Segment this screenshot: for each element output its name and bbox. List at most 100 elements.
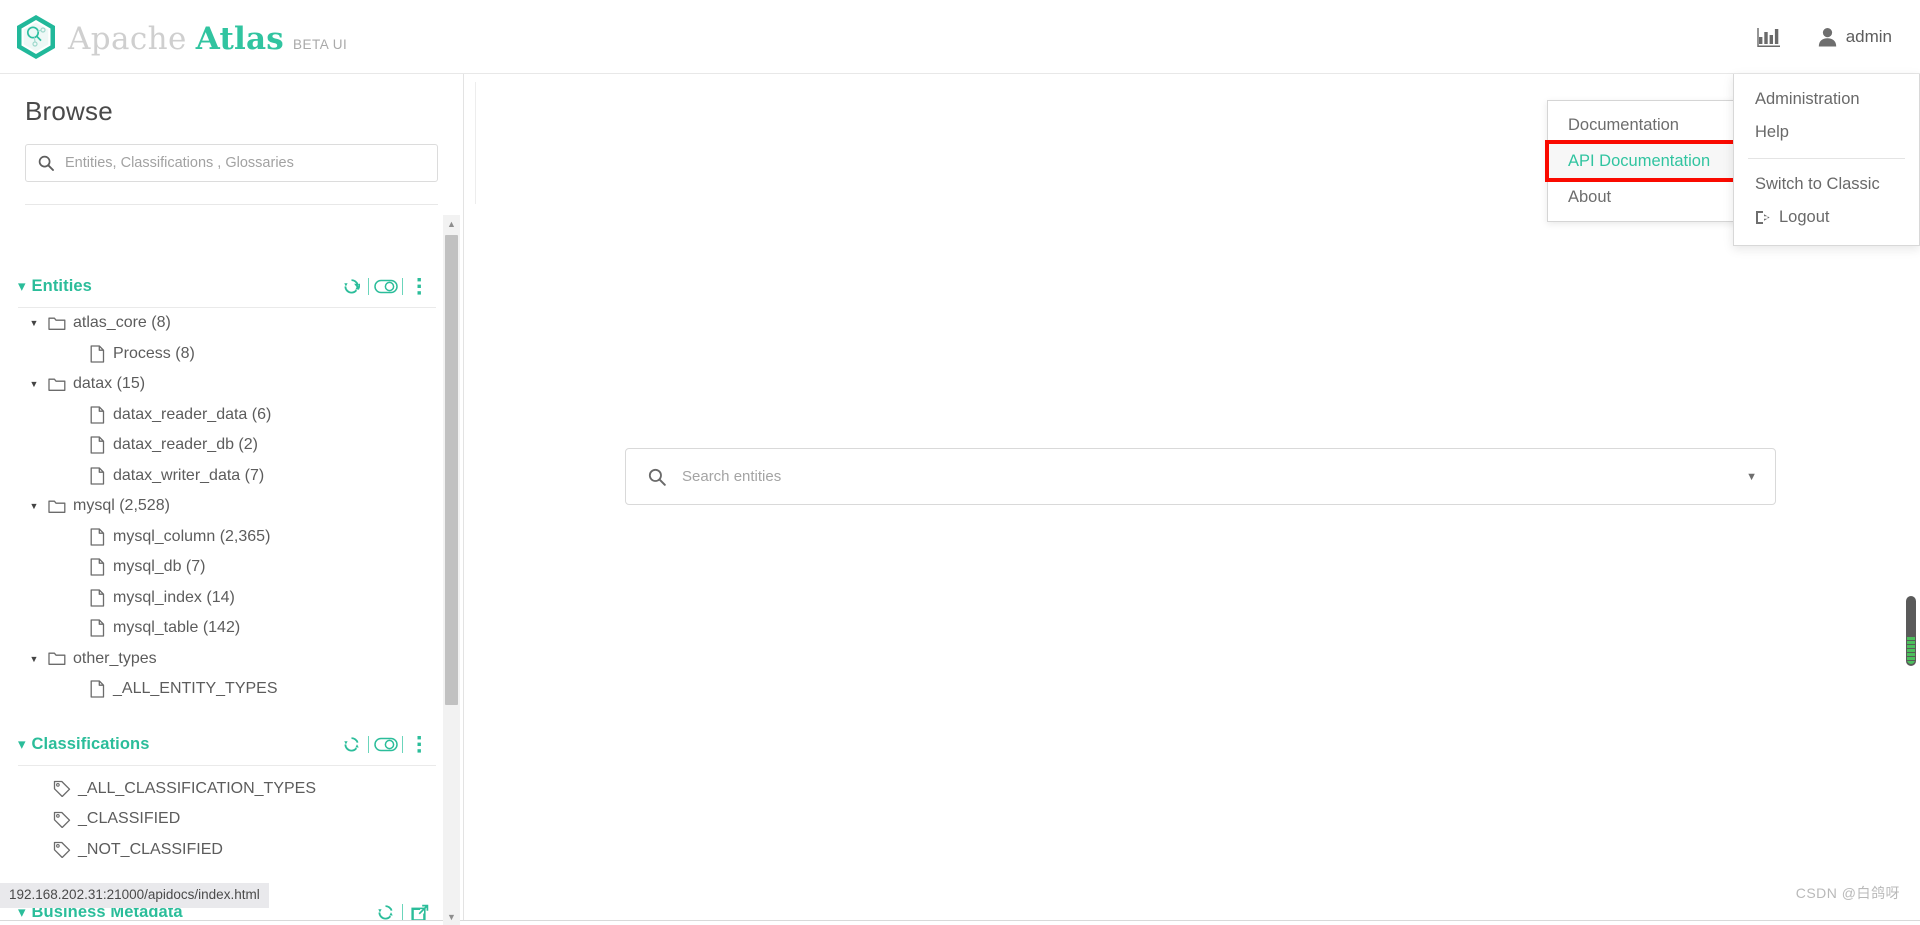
menu-item-help-label: Help: [1755, 123, 1789, 141]
brand-text: Apache Atlas BETA UI: [68, 21, 347, 61]
action-divider: [402, 278, 403, 295]
classification-item[interactable]: _CLASSIFIED: [0, 804, 463, 835]
classification-item-label: _ALL_CLASSIFICATION_TYPES: [78, 779, 317, 797]
folder-icon: [48, 500, 66, 513]
tree-item[interactable]: ▼ datax (15): [0, 369, 463, 400]
chevron-down-icon[interactable]: ▼: [23, 318, 45, 328]
menu-item-api-documentation[interactable]: API Documentation: [1545, 140, 1767, 182]
tree-item[interactable]: mysql_db (7): [0, 552, 463, 583]
scroll-up-arrow-icon[interactable]: ▲: [443, 215, 460, 232]
more-vertical-icon[interactable]: [403, 276, 436, 298]
browse-search-box[interactable]: [25, 144, 438, 182]
menu-item-about-label: About: [1568, 188, 1612, 206]
folder-icon-wrap: [45, 316, 69, 331]
tree-item-label: datax_reader_db (2): [113, 436, 258, 454]
menu-item-help[interactable]: Help: [1734, 116, 1919, 149]
file-icon: [90, 680, 104, 698]
tree-item-label: mysql_index (14): [113, 588, 235, 606]
toggle-switch-icon[interactable]: [369, 733, 402, 755]
classification-item[interactable]: _ALL_CLASSIFICATION_TYPES: [0, 774, 463, 805]
file-icon: [90, 589, 104, 607]
menu-item-logout[interactable]: Logout: [1734, 201, 1919, 234]
tree-item-label: other_types: [73, 649, 157, 667]
tag-icon-wrap: [50, 780, 74, 798]
chevron-down-icon[interactable]: ▼: [1736, 471, 1757, 483]
tag-icon-wrap: [50, 811, 74, 828]
search-entities-input[interactable]: [666, 449, 1737, 504]
bar-chart-icon: [1756, 27, 1780, 47]
tree-item[interactable]: mysql_column (2,365): [0, 522, 463, 553]
header-actions: admin: [1754, 0, 1920, 73]
tree-item[interactable]: ▼ mysql (2,528): [0, 491, 463, 522]
file-icon: [90, 619, 104, 637]
file-icon-wrap: [85, 436, 109, 454]
folder-icon: [48, 378, 66, 391]
tree-item-label: datax (15): [73, 375, 146, 393]
user-menu-button[interactable]: admin: [1818, 27, 1892, 47]
tree-item[interactable]: ▼ atlas_core (8): [0, 308, 463, 339]
watermark-text: CSDN @白鸽呀: [1795, 885, 1900, 901]
file-icon-wrap: [85, 558, 109, 576]
tree-item-label: datax_reader_data (6): [113, 405, 272, 423]
scroll-down-arrow-icon[interactable]: ▼: [443, 908, 460, 925]
menu-item-documentation[interactable]: Documentation: [1548, 107, 1764, 143]
chevron-down-icon[interactable]: ▼: [23, 379, 45, 389]
file-icon: [90, 528, 104, 546]
chevron-down-icon[interactable]: ▼: [23, 501, 45, 511]
classification-item[interactable]: _NOT_CLASSIFIED: [0, 835, 463, 866]
browse-header: Browse: [0, 74, 463, 205]
user-name-label: admin: [1845, 26, 1892, 46]
main-left-divider: [475, 82, 476, 204]
tree-item-label: atlas_core (8): [73, 314, 171, 332]
file-icon: [90, 436, 104, 454]
chevron-down-icon: ▾: [18, 735, 26, 753]
file-icon: [90, 467, 104, 485]
chevron-down-icon[interactable]: ▼: [23, 654, 45, 664]
tree-item[interactable]: mysql_table (142): [0, 613, 463, 644]
file-icon-wrap: [85, 467, 109, 485]
action-divider: [368, 735, 369, 753]
tree-item[interactable]: Process (8): [0, 339, 463, 370]
toggle-switch-icon[interactable]: [369, 276, 402, 298]
file-icon-wrap: [85, 345, 109, 363]
classifications-tree: _ALL_CLASSIFICATION_TYPES _CLASSIFIED _NOT…: [0, 766, 463, 866]
search-entities-box[interactable]: ▼: [625, 448, 1776, 505]
menu-separator: [1748, 158, 1905, 159]
tree-item[interactable]: mysql_index (14): [0, 583, 463, 614]
tree-item[interactable]: datax_reader_db (2): [0, 430, 463, 461]
tag-icon-wrap: [50, 841, 74, 859]
statistics-button[interactable]: [1754, 22, 1784, 52]
sidebar-scrollbar-thumb[interactable]: [445, 235, 458, 705]
tree-item[interactable]: ▼ other_types: [0, 644, 463, 675]
file-icon-wrap: [85, 680, 109, 698]
brand-logo-area[interactable]: Apache Atlas BETA UI: [0, 13, 347, 61]
user-dropdown-menu: Administration Help Switch to Classic Lo…: [1733, 74, 1920, 246]
section-title-entities: Entities: [31, 277, 92, 295]
menu-item-switch-to-classic[interactable]: Switch to Classic: [1734, 168, 1919, 201]
page-scrollbar-thumb[interactable]: [1906, 596, 1916, 666]
tree-item[interactable]: datax_reader_data (6): [0, 400, 463, 431]
menu-item-about[interactable]: About: [1548, 179, 1764, 215]
menu-item-administration[interactable]: Administration: [1734, 83, 1919, 116]
tree-item[interactable]: datax_writer_data (7): [0, 461, 463, 492]
tree-item-label: mysql_db (7): [113, 558, 206, 576]
brand-atlas-text: Atlas: [195, 20, 284, 57]
section-header-classifications[interactable]: ▾ Classifications: [0, 721, 463, 765]
tree-item[interactable]: _ALL_ENTITY_TYPES: [0, 674, 463, 705]
section-header-entities[interactable]: ▾ Entities: [0, 263, 463, 307]
menu-item-switch-to-classic-label: Switch to Classic: [1755, 175, 1880, 193]
menu-item-administration-label: Administration: [1755, 90, 1860, 108]
browse-search-input[interactable]: [54, 145, 437, 181]
refresh-icon[interactable]: [335, 276, 368, 298]
tree-item-label: _ALL_ENTITY_TYPES: [113, 680, 278, 698]
tag-icon: [53, 781, 71, 798]
folder-icon-wrap: [45, 651, 69, 666]
file-icon: [90, 406, 104, 424]
refresh-icon[interactable]: [335, 733, 368, 755]
folder-icon: [48, 652, 66, 666]
logout-icon: [1756, 211, 1770, 224]
file-icon-wrap: [85, 589, 109, 607]
sidebar-scrollbar[interactable]: ▲ ▼: [443, 215, 460, 925]
atlas-logo-icon: [17, 14, 55, 59]
more-vertical-icon[interactable]: [403, 733, 436, 755]
